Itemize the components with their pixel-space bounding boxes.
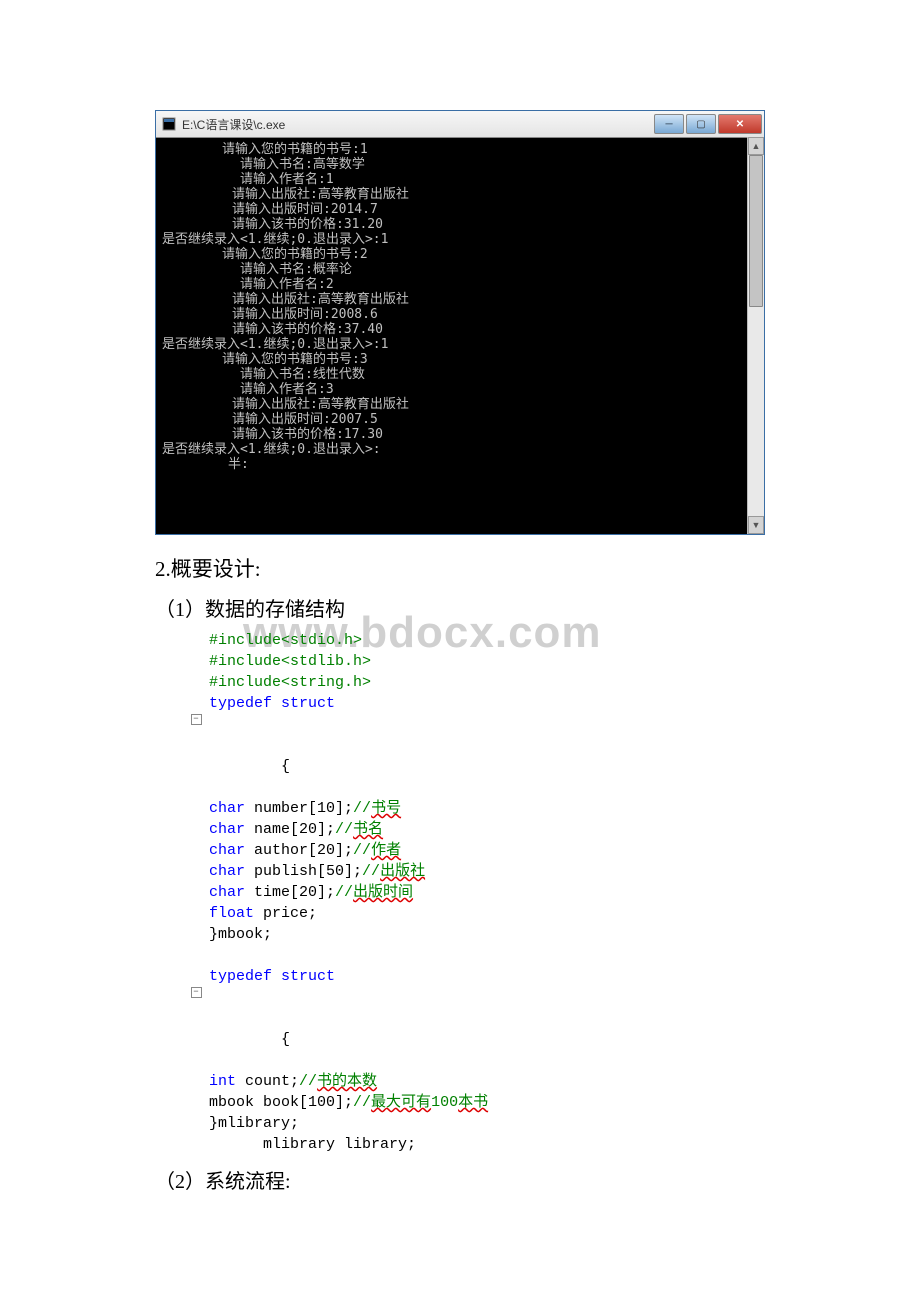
console-line: 请输入您的书籍的书号:3 xyxy=(162,352,758,367)
code-line: mbook book[100];//最大可有100本书 xyxy=(209,1092,765,1113)
code-line: float price; xyxy=(209,903,765,924)
console-line: 请输入出版社:高等教育出版社 xyxy=(162,397,758,412)
code-line: #include<stdlib.h> xyxy=(209,651,765,672)
code-line: char publish[50];//出版社 xyxy=(209,861,765,882)
console-line: 是否继续录入<1.继续;0.退出录入>: xyxy=(162,442,758,457)
console-line: 是否继续录入<1.继续;0.退出录入>:1 xyxy=(162,232,758,247)
console-window: E:\C语言课设\c.exe ─ ▢ ✕ 请输入您的书籍的书号:1 请输入书名:… xyxy=(155,110,765,535)
console-line: 请输入出版社:高等教育出版社 xyxy=(162,292,758,307)
code-line: char time[20];//出版时间 xyxy=(209,882,765,903)
code-line: }mbook; xyxy=(209,924,765,945)
code-line: }mlibrary; xyxy=(209,1113,765,1134)
console-line: 请输入出版社:高等教育出版社 xyxy=(162,187,758,202)
console-line: 请输入出版时间:2007.5 xyxy=(162,412,758,427)
code-line: − { xyxy=(209,987,765,1071)
console-line: 请输入作者名:3 xyxy=(162,382,758,397)
console-line: 请输入出版时间:2008.6 xyxy=(162,307,758,322)
code-line: #include<string.h> xyxy=(209,672,765,693)
console-line: 是否继续录入<1.继续;0.退出录入>:1 xyxy=(162,337,758,352)
code-line: − { xyxy=(209,714,765,798)
code-line: int count;//书的本数 xyxy=(209,1071,765,1092)
scroll-thumb[interactable] xyxy=(749,155,763,307)
code-line: typedef struct xyxy=(209,966,765,987)
console-output: 请输入您的书籍的书号:1 请输入书名:高等数学 请输入作者名:1 请输入出版社:… xyxy=(156,138,764,534)
code-line: char number[10];//书号 xyxy=(209,798,765,819)
section-heading: 2.概要设计: xyxy=(155,553,765,583)
console-line: 请输入作者名:1 xyxy=(162,172,758,187)
code-line: char name[20];//书名 xyxy=(209,819,765,840)
fold-minus-icon[interactable]: − xyxy=(191,714,202,725)
subsection-heading: （1）数据的存储结构 xyxy=(155,593,765,622)
console-line: 请输入您的书籍的书号:2 xyxy=(162,247,758,262)
code-line: #include<stdio.h> xyxy=(209,630,765,651)
code-line: mlibrary library; xyxy=(209,1134,765,1155)
console-line: 请输入书名:线性代数 xyxy=(162,367,758,382)
console-line: 请输入书名:概率论 xyxy=(162,262,758,277)
subsection-heading: （2）系统流程: xyxy=(155,1165,765,1194)
console-line: 请输入该书的价格:31.20 xyxy=(162,217,758,232)
scroll-down-arrow-icon[interactable]: ▼ xyxy=(748,516,764,534)
code-line: typedef struct xyxy=(209,693,765,714)
vertical-scrollbar[interactable]: ▲ ▼ xyxy=(747,137,764,534)
maximize-button[interactable]: ▢ xyxy=(686,114,716,134)
code-line: char author[20];//作者 xyxy=(209,840,765,861)
code-snippet: www.bdocx.com #include<stdio.h> #include… xyxy=(173,630,765,1155)
console-line: 请输入该书的价格:17.30 xyxy=(162,427,758,442)
scroll-up-arrow-icon[interactable]: ▲ xyxy=(748,137,764,155)
window-titlebar: E:\C语言课设\c.exe ─ ▢ ✕ xyxy=(156,111,764,138)
fold-minus-icon[interactable]: − xyxy=(191,987,202,998)
console-line: 请输入您的书籍的书号:1 xyxy=(162,142,758,157)
console-line: 请输入书名:高等数学 xyxy=(162,157,758,172)
console-line: 请输入作者名:2 xyxy=(162,277,758,292)
window-title: E:\C语言课设\c.exe xyxy=(182,116,652,133)
close-button[interactable]: ✕ xyxy=(718,114,762,134)
console-line: 请输入该书的价格:37.40 xyxy=(162,322,758,337)
console-line: 半: xyxy=(162,457,758,472)
app-icon xyxy=(162,117,176,131)
minimize-button[interactable]: ─ xyxy=(654,114,684,134)
console-line: 请输入出版时间:2014.7 xyxy=(162,202,758,217)
window-controls: ─ ▢ ✕ xyxy=(652,114,762,134)
code-line xyxy=(209,945,765,966)
